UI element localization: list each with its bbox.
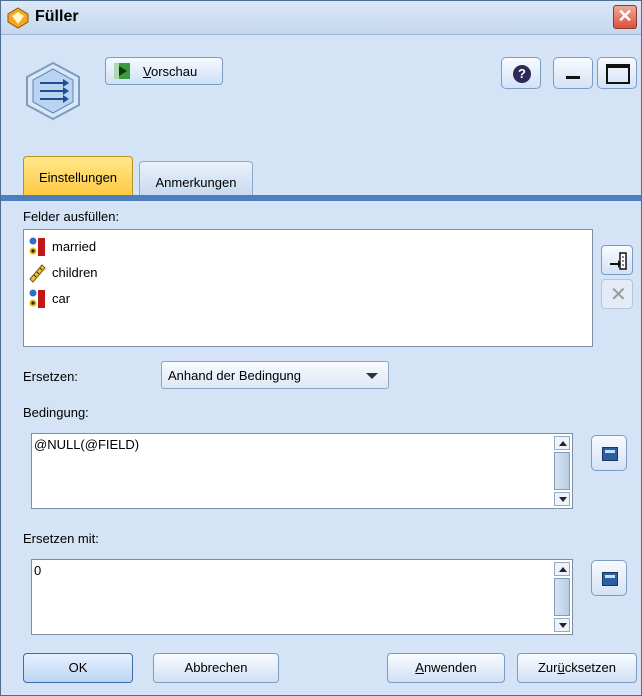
preview-play-icon <box>114 63 130 79</box>
close-icon: ✕ <box>617 6 633 26</box>
calculator-icon <box>602 447 618 461</box>
tab-anmerkungen[interactable]: Anmerkungen <box>139 161 253 196</box>
reset-button[interactable]: Zurücksetzen <box>517 653 637 683</box>
dialog-footer: OK Abbrechen Anwenden Zurücksetzen <box>1 645 641 695</box>
window-title: Füller <box>35 8 79 25</box>
scroll-up-icon[interactable] <box>554 436 570 450</box>
maximize-button[interactable] <box>597 57 637 89</box>
close-button[interactable]: ✕ <box>613 5 637 29</box>
title-bar[interactable]: Füller ✕ <box>1 1 641 35</box>
scroll-down-icon[interactable] <box>554 618 570 632</box>
calculator-icon <box>602 572 618 586</box>
condition-textarea[interactable]: @NULL(@FIELD) <box>31 433 573 509</box>
tab-bar: Einstellungen Anmerkungen <box>1 146 641 198</box>
select-fields-button[interactable] <box>601 245 633 275</box>
tab-einstellungen[interactable]: Einstellungen <box>23 156 133 196</box>
settings-panel: Felder ausfüllen: married children car ✕… <box>1 201 641 645</box>
scroll-thumb[interactable] <box>554 578 570 616</box>
ruler-continuous-icon <box>29 264 46 283</box>
apply-button[interactable]: Anwenden <box>387 653 505 683</box>
maximize-icon <box>606 64 630 84</box>
replace-with-label: Ersetzen mit: <box>23 531 99 546</box>
filler-hexagon-icon <box>26 61 80 121</box>
scroll-up-icon[interactable] <box>554 562 570 576</box>
replace-select[interactable]: Anhand der Bedingung <box>161 361 389 389</box>
filler-dialog: Füller ✕ Vorschau ? Einstellungen Anmerk… <box>0 0 642 696</box>
replace-label: Ersetzen: <box>23 369 78 384</box>
replace-with-scrollbar[interactable] <box>554 562 570 632</box>
toolbar: Vorschau ? <box>1 36 641 146</box>
condition-scrollbar[interactable] <box>554 436 570 506</box>
preview-button[interactable]: Vorschau <box>105 57 223 85</box>
minimize-button[interactable] <box>553 57 593 89</box>
delete-x-icon: ✕ <box>610 284 627 306</box>
flag-measure-icon <box>29 237 45 256</box>
condition-expression-builder-button[interactable] <box>591 435 627 471</box>
chevron-down-icon <box>366 373 378 379</box>
replace-with-textarea[interactable]: 0 <box>31 559 573 635</box>
condition-label: Bedingung: <box>23 405 89 420</box>
preview-button-label: Vorschau <box>143 64 198 79</box>
help-button[interactable]: ? <box>501 57 541 89</box>
scroll-thumb[interactable] <box>554 452 570 490</box>
field-picker-icon <box>610 252 627 270</box>
minimize-icon <box>566 76 580 79</box>
remove-field-button[interactable]: ✕ <box>601 279 633 309</box>
fields-list[interactable]: married children car <box>23 229 593 347</box>
ok-button[interactable]: OK <box>23 653 133 683</box>
scroll-down-icon[interactable] <box>554 492 570 506</box>
help-icon: ? <box>513 65 531 83</box>
filler-node-icon <box>7 7 29 29</box>
flag-measure-icon <box>29 289 45 308</box>
fields-label: Felder ausfüllen: <box>23 209 120 224</box>
cancel-button[interactable]: Abbrechen <box>153 653 279 683</box>
replace-with-expression-builder-button[interactable] <box>591 560 627 596</box>
